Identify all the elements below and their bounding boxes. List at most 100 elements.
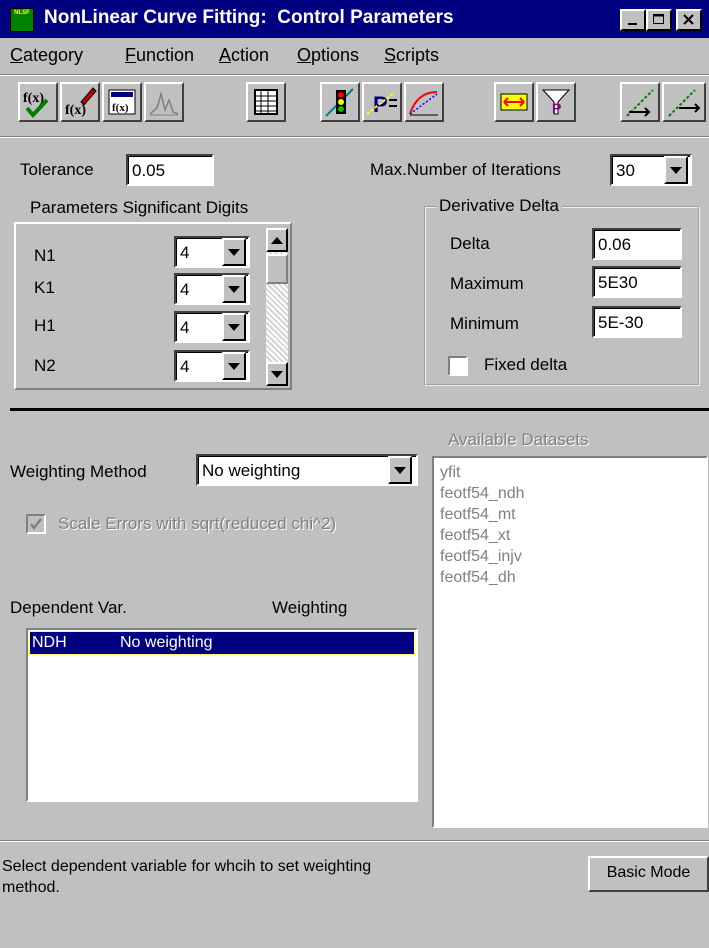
menu-accel: S [384, 45, 397, 65]
chevron-down-icon [394, 466, 406, 474]
svg-text:P: P [552, 100, 561, 116]
max-iterations-value: 30 [616, 161, 635, 180]
function-browse-icon: f(x) [108, 89, 136, 115]
derivative-delta-title: Derivative Delta [436, 196, 562, 216]
datasets-items: yfit feotf54_ndh feotf54_mt feotf54_xt f… [440, 462, 525, 588]
minimize-icon [628, 23, 637, 25]
menu-label: ction [231, 45, 270, 65]
list-item[interactable]: feotf54_xt [440, 525, 525, 546]
list-item[interactable]: feotf54_dh [440, 567, 525, 588]
max-iterations-label: Max.Number of Iterations [370, 160, 561, 179]
toolbar-button-function-check[interactable]: f(x) [18, 82, 58, 122]
chevron-down-icon [228, 362, 240, 370]
minimum-input[interactable]: 5E-30 [592, 306, 682, 338]
svg-text:f(x): f(x) [65, 103, 86, 118]
menu-accel: O [297, 45, 312, 65]
toolbar-button-peak-chart[interactable] [144, 82, 184, 122]
traffic-light-icon [325, 88, 354, 117]
dependent-var-list[interactable] [26, 628, 418, 802]
list-item[interactable]: NDH No weighting [29, 631, 415, 655]
sig-digits-label: Parameters Significant Digits [30, 198, 249, 217]
title-bar[interactable]: NLSF NonLinear Curve Fitting: Control Pa… [0, 0, 709, 38]
toolbar-button-simulate-curve[interactable] [404, 82, 444, 122]
function-check-icon: f(x) [23, 91, 49, 118]
toolbar-button-spreadsheet[interactable] [246, 82, 286, 122]
window-title: NonLinear Curve Fitting: Control Paramet… [44, 7, 454, 28]
fit-range-icon [500, 93, 528, 111]
delta-input[interactable]: 0.06 [592, 228, 682, 260]
list-item[interactable]: feotf54_mt [440, 504, 525, 525]
scroll-up-button[interactable] [266, 228, 288, 252]
param-digits-dropdown-n2[interactable] [222, 352, 246, 380]
list-item[interactable]: feotf54_ndh [440, 483, 525, 504]
checkmark-icon [30, 518, 42, 531]
peak-chart-icon [149, 91, 179, 116]
scroll-thumb[interactable] [266, 254, 288, 284]
chevron-down-icon [670, 166, 682, 174]
menu-category[interactable]: Category [10, 45, 83, 66]
param-digits-value: 4 [180, 243, 190, 262]
param-name-k1: K1 [34, 278, 55, 297]
menu-function[interactable]: Function [125, 45, 194, 66]
nlsf-app-icon[interactable]: NLSF [10, 8, 34, 32]
menu-scripts[interactable]: Scripts [384, 45, 439, 66]
chevron-down-icon [228, 323, 240, 331]
scale-errors-label: Scale Errors with sqrt(reduced chi^2) [58, 514, 337, 533]
close-button[interactable] [676, 9, 702, 31]
param-name-n2: N2 [34, 356, 56, 375]
param-digits-dropdown-k1[interactable] [222, 275, 246, 303]
toolbar-button-fit-range[interactable] [494, 82, 534, 122]
weighting-method-select[interactable]: No weighting [196, 454, 418, 486]
menu-accel: C [10, 45, 23, 65]
menu-label: ategory [23, 45, 84, 65]
list-item[interactable]: yfit [440, 462, 525, 483]
param-digits-dropdown-n1[interactable] [222, 238, 246, 266]
param-digits-value: 4 [180, 357, 190, 376]
tolerance-input[interactable]: 0.05 [126, 154, 214, 186]
toolbar-button-fit-one-iteration[interactable] [620, 82, 660, 122]
weighting-method-dropdown[interactable] [388, 456, 412, 484]
menu-separator [0, 74, 709, 76]
scale-errors-checkbox[interactable] [26, 514, 46, 534]
scroll-down-button[interactable] [266, 362, 288, 386]
chevron-down-icon [228, 248, 240, 256]
dependent-var-header: Dependent Var. [10, 598, 127, 617]
max-iterations-dropdown-button[interactable] [664, 156, 688, 184]
menu-accel: F [125, 45, 136, 65]
app-icon-text: NLSF [14, 10, 30, 16]
maximum-input[interactable]: 5E30 [592, 266, 682, 298]
fit-one-iteration-icon [626, 89, 654, 117]
function-edit-icon: f(x) [65, 87, 97, 118]
status-text-line1: Select dependent variable for whcih to s… [2, 858, 372, 875]
chevron-up-icon [271, 236, 283, 244]
menu-label: unction [136, 45, 195, 65]
weighting-method-label: Weighting Method [10, 462, 147, 481]
maximize-button[interactable] [646, 9, 672, 31]
filter-parameters-icon: P [541, 89, 571, 116]
status-separator [0, 840, 709, 842]
param-digits-dropdown-h1[interactable] [222, 313, 246, 341]
menu-options[interactable]: Options [297, 45, 359, 66]
fixed-delta-checkbox[interactable] [448, 356, 468, 376]
toolbar-button-filter-parameters[interactable]: P [536, 82, 576, 122]
toolbar-button-fit-100-iterations[interactable] [662, 82, 706, 122]
minimum-label: Minimum [450, 314, 519, 333]
minimize-button[interactable] [620, 9, 646, 31]
close-icon [683, 14, 694, 25]
tolerance-label: Tolerance [20, 160, 94, 179]
maximum-label: Maximum [450, 274, 524, 293]
toolbar-button-parameters[interactable]: P [362, 82, 402, 122]
section-divider [10, 408, 709, 411]
toolbar-button-function-edit[interactable]: f(x) [60, 82, 100, 122]
simulate-curve-icon [409, 91, 438, 116]
menu-label: ptions [311, 45, 360, 65]
param-name-h1: H1 [34, 316, 56, 335]
toolbar-button-function-browse[interactable]: f(x) [102, 82, 142, 122]
basic-mode-button[interactable]: Basic Mode [588, 856, 709, 892]
available-datasets-title: Available Datasets [448, 430, 589, 449]
weighting-header: Weighting [272, 598, 348, 617]
toolbar-button-traffic-light[interactable] [320, 82, 360, 122]
menu-action[interactable]: Action [219, 45, 269, 66]
list-item[interactable]: feotf54_injv [440, 546, 525, 567]
chevron-down-icon [228, 285, 240, 293]
